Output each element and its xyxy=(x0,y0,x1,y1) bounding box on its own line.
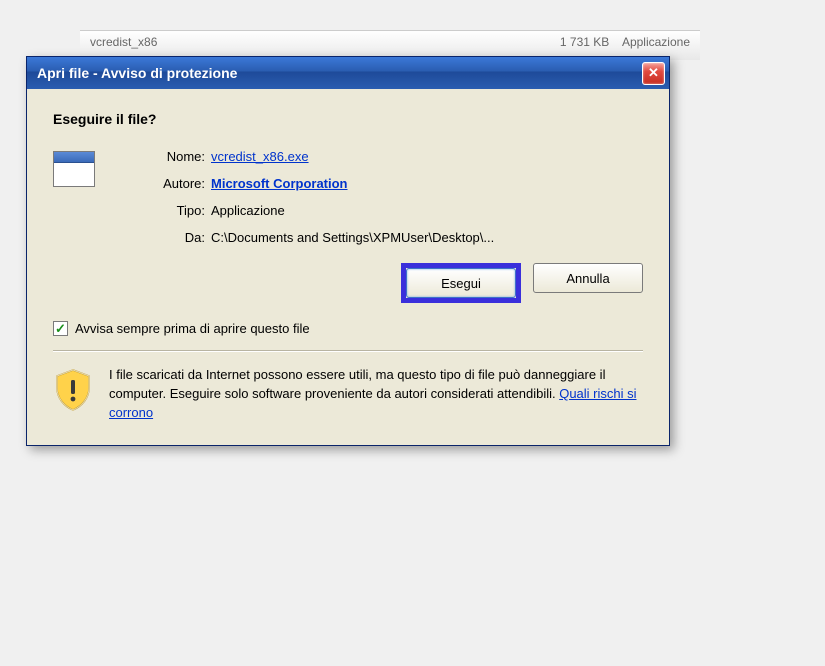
always-ask-checkbox[interactable]: ✓ xyxy=(53,321,68,336)
run-button-highlight: Esegui xyxy=(401,263,521,303)
dialog-content: Eseguire il file? Nome: vcredist_x86.exe… xyxy=(27,89,669,445)
warning-message: I file scaricati da Internet possono ess… xyxy=(109,367,605,401)
run-button[interactable]: Esegui xyxy=(406,268,516,298)
shield-warning-icon xyxy=(53,368,93,412)
warning-text: I file scaricati da Internet possono ess… xyxy=(109,366,643,423)
always-ask-label: Avvisa sempre prima di aprire questo fil… xyxy=(75,321,310,336)
check-icon: ✓ xyxy=(55,322,66,335)
dialog-title: Apri file - Avviso di protezione xyxy=(37,65,237,81)
label-name: Nome: xyxy=(125,149,205,164)
background-file-name: vcredist_x86 xyxy=(90,35,157,56)
button-row: Esegui Annulla xyxy=(53,263,643,303)
title-bar: Apri file - Avviso di protezione ✕ xyxy=(27,57,669,89)
publisher-link[interactable]: Microsoft Corporation xyxy=(211,176,348,191)
background-file-type: Applicazione xyxy=(622,35,690,49)
file-path-value: C:\Documents and Settings\XPMUser\Deskto… xyxy=(211,230,494,245)
label-author: Autore: xyxy=(125,176,205,191)
file-name-link[interactable]: vcredist_x86.exe xyxy=(211,149,309,164)
close-icon: ✕ xyxy=(648,65,659,81)
always-ask-row: ✓ Avvisa sempre prima di aprire questo f… xyxy=(53,321,643,336)
cancel-button[interactable]: Annulla xyxy=(533,263,643,293)
warning-section: I file scaricati da Internet possono ess… xyxy=(53,366,643,433)
label-from: Da: xyxy=(125,230,205,245)
file-details-grid: Nome: vcredist_x86.exe Autore: Microsoft… xyxy=(125,149,494,245)
label-type: Tipo: xyxy=(125,203,205,218)
background-file-size: 1 731 KB xyxy=(560,35,609,49)
security-warning-dialog: Apri file - Avviso di protezione ✕ Esegu… xyxy=(26,56,670,446)
file-info-section: Nome: vcredist_x86.exe Autore: Microsoft… xyxy=(53,149,643,245)
file-type-value: Applicazione xyxy=(211,203,494,218)
close-button[interactable]: ✕ xyxy=(642,62,665,85)
prompt-question: Eseguire il file? xyxy=(53,111,643,127)
application-icon xyxy=(53,151,95,187)
divider xyxy=(53,350,643,352)
